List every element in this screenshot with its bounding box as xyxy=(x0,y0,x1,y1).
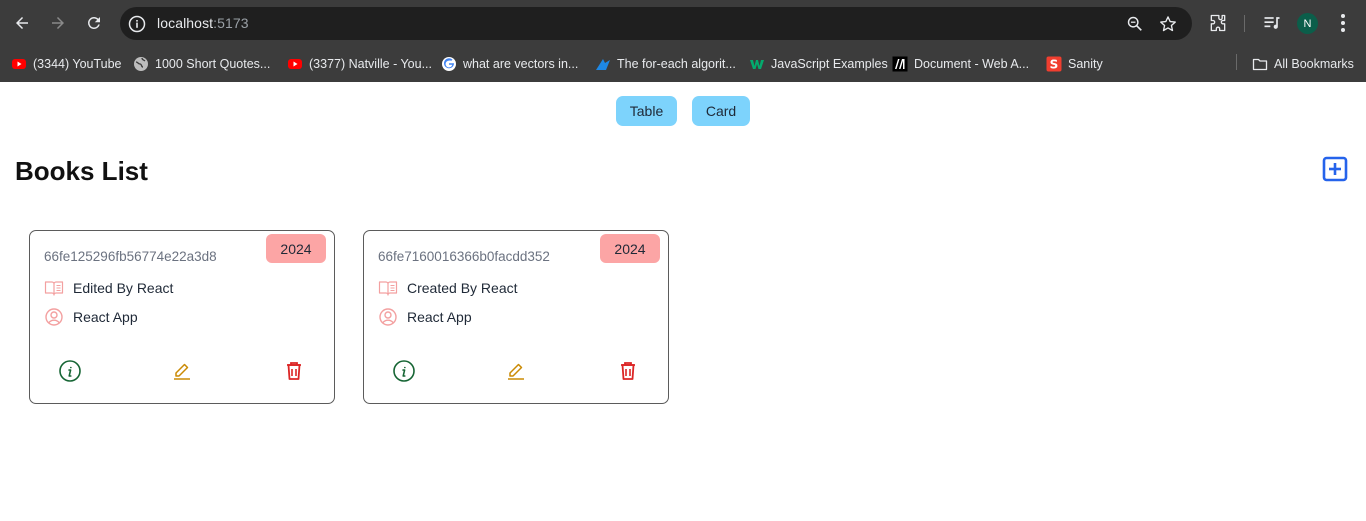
browser-chrome: localhost:5173 N (3344) YouTube 1000 Sho… xyxy=(0,0,1366,82)
book-icon xyxy=(44,281,64,296)
forward-button[interactable] xyxy=(46,11,70,35)
info-button[interactable] xyxy=(58,359,82,383)
bookmark-label: (3344) YouTube xyxy=(33,57,122,71)
bookmark-label: Document - Web A... xyxy=(914,57,1030,71)
info-icon xyxy=(393,360,415,382)
add-book-button[interactable] xyxy=(1322,156,1348,182)
book-author-row: React App xyxy=(44,306,138,328)
back-button[interactable] xyxy=(10,11,34,35)
bookmark-mdn[interactable]: Document - Web A... xyxy=(892,54,1029,74)
year-badge: 2024 xyxy=(266,234,326,263)
pencil-icon xyxy=(508,363,524,380)
all-bookmarks-label: All Bookmarks xyxy=(1274,57,1354,71)
info-icon xyxy=(59,360,81,382)
toolbar-divider xyxy=(1244,15,1245,32)
book-title: Edited By React xyxy=(73,280,174,296)
bookmark-label: 1000 Short Quotes... xyxy=(155,57,271,71)
extensions-icon[interactable] xyxy=(1208,13,1228,33)
arrow-left-icon xyxy=(16,17,28,29)
book-title: Created By React xyxy=(407,280,518,296)
all-bookmarks-button[interactable]: All Bookmarks xyxy=(1252,54,1354,74)
google-icon xyxy=(442,57,456,71)
user-circle-icon xyxy=(45,308,63,326)
address-bar[interactable]: localhost:5173 xyxy=(120,7,1192,40)
trash-icon xyxy=(287,362,301,380)
table-view-button[interactable]: Table xyxy=(616,96,677,126)
globe-icon xyxy=(134,57,148,71)
bookmark-foreach[interactable]: The for-each algorit... xyxy=(595,54,736,74)
bookmark-star-icon[interactable] xyxy=(1158,14,1178,34)
bookmark-youtube[interactable]: (3344) YouTube xyxy=(11,54,122,74)
book-id: 66fe7160016366b0facdd352 xyxy=(378,249,550,264)
reload-button[interactable] xyxy=(82,11,106,35)
trash-icon xyxy=(621,362,635,380)
sanity-icon: S xyxy=(1046,56,1062,72)
youtube-icon xyxy=(288,59,302,69)
card-view-button[interactable]: Card xyxy=(692,96,750,126)
delete-button[interactable] xyxy=(616,359,640,383)
book-card: 2024 66fe125296fb56774e22a3d8 Edited By … xyxy=(29,230,335,404)
edit-button[interactable] xyxy=(170,359,194,383)
media-control-icon[interactable] xyxy=(1262,13,1282,33)
bookmark-label: what are vectors in... xyxy=(463,57,579,71)
folder-icon xyxy=(1252,58,1268,71)
bookmark-sanity[interactable]: S Sanity xyxy=(1046,54,1103,74)
book-author-row: React App xyxy=(378,306,472,328)
browser-toolbar: localhost:5173 N xyxy=(0,0,1366,46)
book-title-row: Created By React xyxy=(378,277,518,299)
book-icon xyxy=(378,281,398,296)
book-title-row: Edited By React xyxy=(44,277,173,299)
bookmark-js-examples[interactable]: JavaScript Examples xyxy=(749,54,888,74)
pencil-icon xyxy=(174,363,190,380)
bookmark-natville[interactable]: (3377) Natville - You... xyxy=(287,54,432,74)
year-badge: 2024 xyxy=(600,234,660,263)
url-port: :5173 xyxy=(213,15,249,31)
more-options-icon[interactable] xyxy=(1334,12,1352,34)
bookmarks-divider xyxy=(1236,54,1237,70)
bookmark-vectors[interactable]: what are vectors in... xyxy=(441,54,578,74)
youtube-icon xyxy=(12,59,26,69)
svg-text:S: S xyxy=(1050,58,1059,72)
bookmark-label: Sanity xyxy=(1068,57,1103,71)
w3schools-icon xyxy=(750,60,764,69)
bookmark-quotes[interactable]: 1000 Short Quotes... xyxy=(133,54,270,74)
delete-button[interactable] xyxy=(282,359,306,383)
url-host: localhost xyxy=(157,15,214,31)
bookmark-label: JavaScript Examples xyxy=(771,57,888,71)
book-author: React App xyxy=(73,309,138,325)
arrow-right-icon xyxy=(52,17,64,29)
page-content: Table Card Books List 2024 66fe125296fb5… xyxy=(0,82,1366,521)
bookmarks-bar: (3344) YouTube 1000 Short Quotes... (337… xyxy=(0,46,1366,82)
profile-avatar[interactable]: N xyxy=(1297,13,1318,34)
page-title: Books List xyxy=(15,156,148,186)
book-author: React App xyxy=(407,309,472,325)
bird-icon xyxy=(596,59,610,70)
bookmark-label: The for-each algorit... xyxy=(617,57,736,71)
book-card: 2024 66fe7160016366b0facdd352 Created By… xyxy=(363,230,669,404)
mdn-icon xyxy=(892,56,908,72)
site-info-icon[interactable] xyxy=(127,14,147,34)
book-id: 66fe125296fb56774e22a3d8 xyxy=(44,249,217,264)
zoom-icon[interactable] xyxy=(1126,15,1144,33)
edit-button[interactable] xyxy=(504,359,528,383)
info-button[interactable] xyxy=(392,359,416,383)
reload-icon xyxy=(87,16,100,29)
address-url: localhost:5173 xyxy=(157,15,249,31)
bookmark-label: (3377) Natville - You... xyxy=(309,57,432,71)
user-circle-icon xyxy=(379,308,397,326)
